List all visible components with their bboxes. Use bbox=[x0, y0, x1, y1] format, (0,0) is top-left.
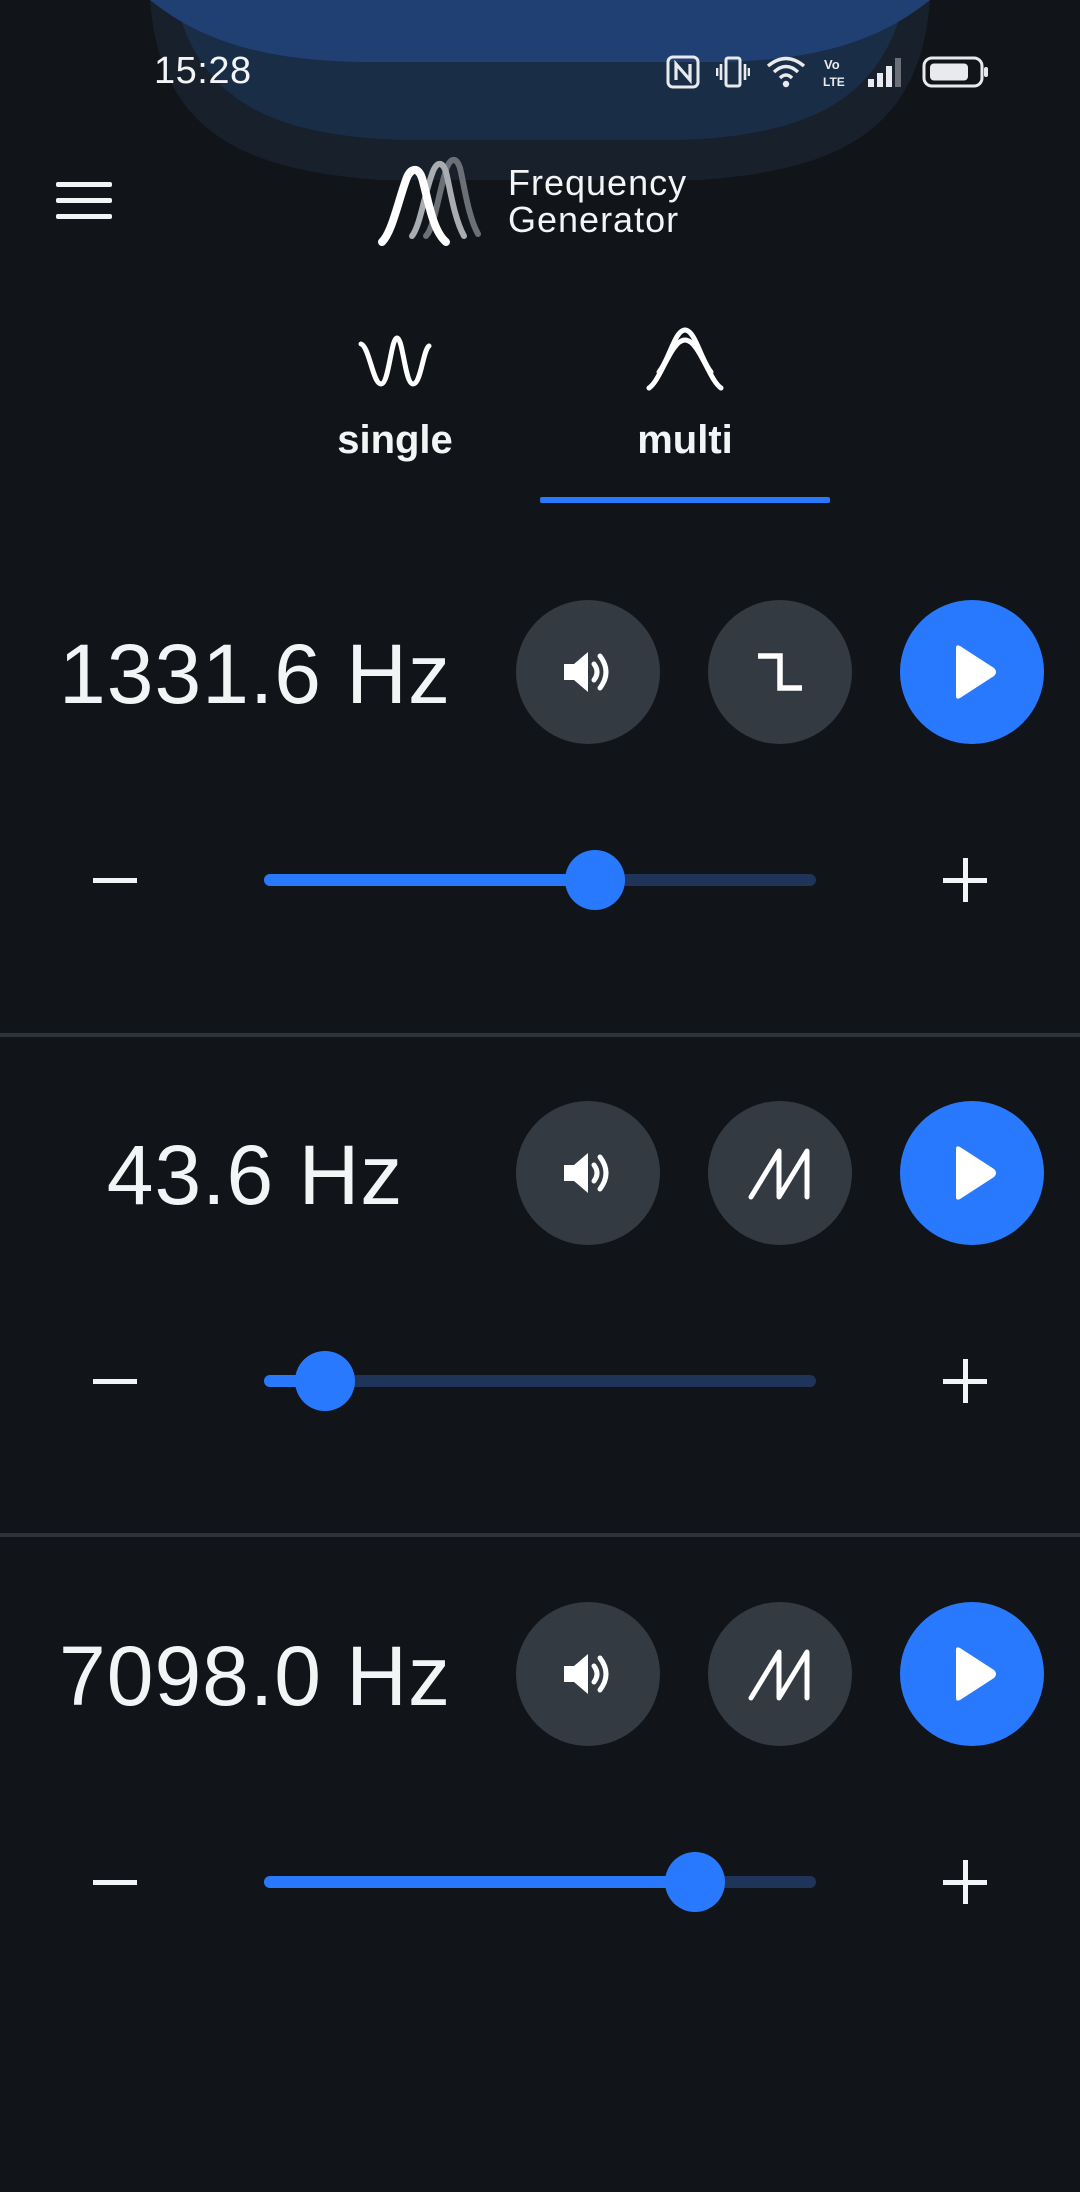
wifi-icon bbox=[766, 56, 806, 88]
play-icon bbox=[956, 1146, 996, 1200]
increase-frequency-button[interactable] bbox=[930, 1852, 1000, 1912]
volte-icon: Vo LTE bbox=[823, 57, 845, 89]
volume-button[interactable] bbox=[516, 1602, 660, 1746]
volume-button[interactable] bbox=[516, 1101, 660, 1245]
play-button[interactable] bbox=[900, 1602, 1044, 1746]
frequency-slider[interactable] bbox=[264, 1848, 816, 1912]
tab-single-label: single bbox=[337, 418, 453, 462]
volume-icon bbox=[564, 1654, 609, 1694]
volume-button[interactable] bbox=[516, 600, 660, 744]
volume-icon bbox=[564, 1153, 609, 1193]
decrease-frequency-button[interactable] bbox=[80, 1852, 150, 1912]
svg-text:Vo: Vo bbox=[824, 57, 840, 72]
slider-thumb[interactable] bbox=[565, 850, 625, 910]
play-button[interactable] bbox=[900, 600, 1044, 744]
increase-frequency-button[interactable] bbox=[930, 850, 1000, 910]
tab-multi-label: multi bbox=[637, 418, 733, 462]
frequency-slider[interactable] bbox=[264, 1347, 816, 1411]
slider-fill bbox=[264, 1876, 695, 1888]
sawtooth-wave-icon bbox=[748, 1148, 810, 1200]
status-time: 15:28 bbox=[154, 50, 252, 92]
frequency-logo-icon bbox=[378, 157, 481, 246]
generator-1: 1331.6 Hz bbox=[0, 534, 1080, 1034]
app-logo: Frequency Generator bbox=[376, 146, 706, 256]
decrease-frequency-button[interactable] bbox=[80, 850, 150, 910]
frequency-value[interactable]: 7098.0 Hz bbox=[20, 1628, 490, 1725]
logo-line1: Frequency bbox=[508, 162, 688, 203]
svg-text:LTE: LTE bbox=[823, 75, 845, 89]
waveform-button[interactable] bbox=[708, 1101, 852, 1245]
mode-tabs: single multi bbox=[0, 300, 1080, 510]
play-icon bbox=[956, 645, 996, 699]
tab-multi[interactable]: multi bbox=[540, 300, 830, 510]
signal-icon bbox=[868, 58, 901, 87]
slider-thumb[interactable] bbox=[295, 1351, 355, 1411]
app-screen: 15:28 Vo LTE Frequency Generator single … bbox=[0, 0, 1080, 2192]
sawtooth-wave-icon bbox=[748, 1649, 810, 1701]
frequency-slider[interactable] bbox=[264, 846, 816, 910]
slider-thumb[interactable] bbox=[665, 1852, 725, 1912]
logo-text: Frequency Generator bbox=[508, 164, 687, 238]
square-wave-icon bbox=[758, 653, 802, 691]
frequency-value[interactable]: 1331.6 Hz bbox=[20, 626, 490, 723]
status-icons: Vo LTE bbox=[666, 50, 990, 94]
status-bar: 15:28 Vo LTE bbox=[0, 0, 1080, 140]
increase-frequency-button[interactable] bbox=[930, 1351, 1000, 1411]
play-icon bbox=[956, 1647, 996, 1701]
battery-icon bbox=[922, 56, 988, 88]
hamburger-menu-icon[interactable] bbox=[48, 170, 120, 230]
multi-wave-icon bbox=[646, 327, 724, 391]
nfc-icon bbox=[666, 55, 700, 89]
slider-fill bbox=[264, 874, 595, 886]
waveform-button[interactable] bbox=[708, 600, 852, 744]
decrease-frequency-button[interactable] bbox=[80, 1351, 150, 1411]
frequency-value[interactable]: 43.6 Hz bbox=[20, 1127, 490, 1224]
logo-line2: Generator bbox=[508, 199, 680, 240]
vibrate-icon bbox=[716, 56, 750, 88]
generator-3: 7098.0 Hz bbox=[0, 1536, 1080, 2036]
volume-icon bbox=[564, 652, 609, 692]
waveform-button[interactable] bbox=[708, 1602, 852, 1746]
play-button[interactable] bbox=[900, 1101, 1044, 1245]
single-wave-icon bbox=[358, 335, 432, 387]
active-tab-indicator bbox=[540, 497, 830, 503]
generator-2: 43.6 Hz bbox=[0, 1035, 1080, 1535]
tab-single[interactable]: single bbox=[250, 300, 540, 510]
